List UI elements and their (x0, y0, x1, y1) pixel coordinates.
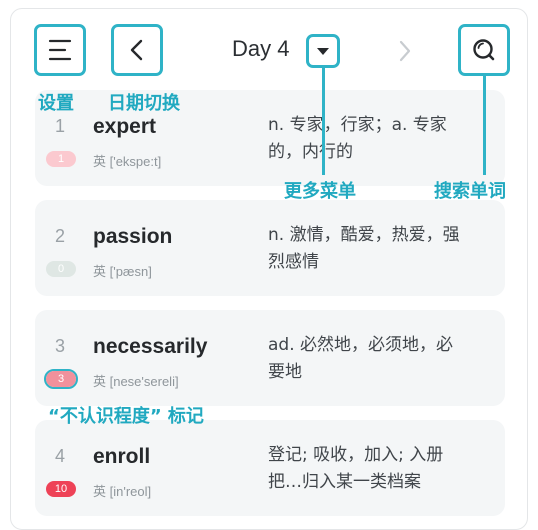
definition-line: 烈感情 (268, 252, 319, 272)
annotation-settings: 设置 (38, 93, 74, 114)
annotation-more-menu: 更多菜单 (284, 181, 356, 202)
caret-down-icon (317, 48, 329, 55)
unfamiliarity-badge[interactable]: 10 (46, 481, 76, 497)
search-button[interactable] (458, 24, 510, 76)
annotation-search-word: 搜索单词 (434, 181, 506, 202)
definition-line: n. 激情，酷爱，热爱，强 (268, 225, 460, 245)
definition-line: ad. 必然地，必须地，必 (268, 335, 454, 355)
definition-line: 登记; 吸收，加入; 入册 (268, 445, 444, 465)
more-menu-leader-line (322, 68, 325, 175)
search-icon (473, 39, 495, 61)
definition: n. 专家，行家；a. 专家 的，内行的 (268, 112, 490, 166)
word-text: passion (93, 225, 173, 248)
menu-button[interactable] (34, 24, 86, 76)
word-text: enroll (93, 445, 151, 468)
list-item[interactable]: 2 passion 0 英 ['pæsn] n. 激情，酷爱，热爱，强 烈感情 (35, 200, 505, 296)
phonetic: 英 ['pæsn] (93, 264, 152, 279)
search-leader-line (483, 76, 486, 175)
word-index: 3 (55, 336, 66, 356)
definition: 登记; 吸收，加入; 入册 把…归入某一类档案 (268, 442, 490, 496)
chevron-left-icon (130, 39, 143, 61)
definition-line: 把…归入某一类档案 (268, 472, 421, 492)
chevron-right-icon[interactable] (394, 38, 416, 64)
word-index: 1 (55, 116, 66, 136)
unfamiliarity-badge[interactable]: 1 (46, 151, 76, 167)
annotation-date-switch: 日期切换 (108, 93, 180, 114)
hamburger-menu-icon (48, 39, 72, 61)
word-index: 2 (55, 226, 66, 246)
word-text: expert (93, 115, 157, 138)
definition: n. 激情，酷爱，热爱，强 烈感情 (268, 222, 490, 276)
phonetic: 英 [nese'sereli] (93, 374, 179, 389)
unfamiliarity-badge[interactable]: 3 (46, 371, 76, 387)
definition-line: 要地 (268, 362, 302, 382)
word-index: 4 (55, 446, 66, 466)
page-title: Day 4 (232, 36, 290, 61)
phonetic: 英 ['ekspe:t] (93, 154, 162, 169)
list-item[interactable]: 4 enroll 10 英 [in'reol] 登记; 吸收，加入; 入册 把…… (35, 420, 505, 516)
definition-line: 的，内行的 (268, 142, 353, 162)
definition: ad. 必然地，必须地，必 要地 (268, 332, 490, 386)
phonetic: 英 [in'reol] (93, 484, 152, 499)
list-item[interactable]: 1 expert 1 英 ['ekspe:t] n. 专家，行家；a. 专家 的… (35, 90, 505, 186)
unfamiliarity-badge[interactable]: 0 (46, 261, 76, 277)
definition-line: n. 专家，行家；a. 专家 (268, 115, 447, 135)
list-item[interactable]: 3 necessarily 3 英 [nese'sereli] ad. 必然地，… (35, 310, 505, 406)
back-button[interactable] (111, 24, 163, 76)
more-menu-button[interactable] (306, 34, 340, 68)
word-text: necessarily (93, 335, 208, 358)
annotation-unfamiliarity-mark: “不认识程度” 标记 (48, 406, 204, 427)
